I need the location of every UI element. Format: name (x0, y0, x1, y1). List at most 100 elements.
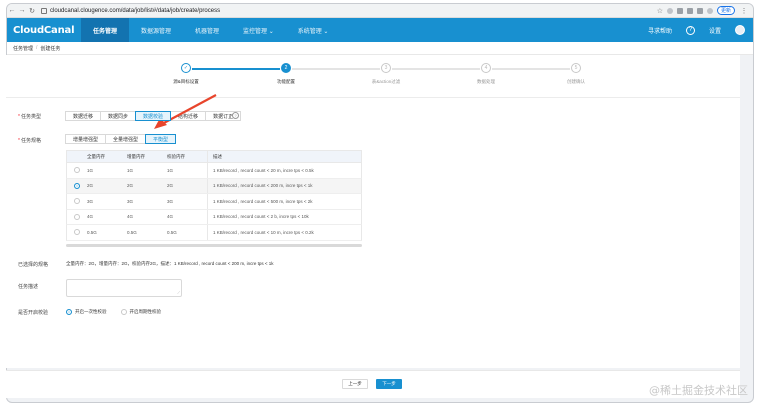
table-row[interactable]: 3G 3G 3G 1 KB/record , record count < 500 m… (66, 194, 362, 210)
step: 3 表&action过滤 (356, 63, 416, 85)
cell-incr-memory: 1G (127, 167, 134, 173)
desc-label: 任务描述 (18, 284, 39, 290)
column-header: 全量内存 (87, 153, 105, 159)
extension-icon[interactable] (686, 7, 693, 14)
radio-label[interactable]: 开启一次性校验 (75, 309, 107, 315)
avatar[interactable] (735, 25, 745, 35)
spec-tab[interactable]: 增量增强型 (65, 134, 107, 144)
cell-description: 1 KB/record , record count < 500 m, incr… (213, 198, 313, 204)
nav-item[interactable]: 系统管理 ⌄ (286, 18, 341, 42)
settings-link[interactable]: 设置 (709, 26, 721, 35)
forward-icon[interactable]: → (17, 7, 27, 14)
step: 5 创建确认 (546, 63, 606, 85)
nav-item[interactable]: 任务管理 (81, 18, 130, 42)
radio-label[interactable]: 开启周期性校验 (130, 309, 162, 315)
extension-icon[interactable] (676, 7, 683, 14)
bookmark-star-icon[interactable]: ☆ (657, 7, 663, 15)
step-label: 创建确认 (567, 79, 585, 84)
step: 2 功能配置 (256, 63, 316, 85)
row-radio[interactable] (74, 198, 80, 205)
watermark: @稀土掘金技术社区 (649, 384, 748, 397)
task-type-option[interactable]: 数据同步 (100, 111, 137, 121)
cell-incr-memory: 0.5G (127, 229, 137, 235)
divider (6, 97, 740, 98)
breadcrumb-item[interactable]: 任务管理 (13, 45, 33, 52)
selected-spec-value: 全量内存：2G，增量内存：2G，校验内存2G，描述：1 KB/record , … (66, 261, 274, 266)
step-number: 2 (281, 63, 291, 73)
breadcrumb-separator: / (36, 45, 38, 51)
cell-incr-memory: 3G (127, 198, 134, 204)
radio-once[interactable] (66, 309, 72, 315)
help-link[interactable]: 寻求帮助 (648, 26, 672, 35)
spec-table: 全量内存 增量内存 校验内存 描述 1G 1G 1G 1 KB/record , re… (66, 150, 362, 247)
step-label: 功能配置 (277, 79, 295, 84)
table-row[interactable]: 1G 1G 1G 1 KB/record , record count < 20 m,… (66, 163, 362, 179)
profile-icon[interactable] (706, 7, 713, 14)
cell-description: 1 KB/record , record count < 2 b, incre … (213, 214, 309, 220)
step-label: 数据处理 (477, 79, 495, 84)
step-indicator: ✓ 源&目标设置 2 功能配置 3 表&action过滤 4 数据处理 5 创建确认 (156, 63, 606, 93)
horizontal-scrollbar[interactable] (66, 243, 362, 247)
top-nav: 任务管理 数据源管理 机器管理 监控管理 ⌄ 系统管理 ⌄ (81, 18, 340, 42)
question-icon[interactable]: ? (685, 25, 695, 35)
reload-icon[interactable]: ↻ (27, 7, 37, 15)
previous-button[interactable]: 上一步 (342, 379, 368, 389)
spec-label: *任务规格 (18, 138, 41, 144)
spec-tab[interactable]: 平衡型 (145, 134, 177, 144)
radio-periodic[interactable] (120, 309, 127, 315)
address-bar[interactable]: cloudcanal.clougence.com/data/job/list#/… (41, 6, 641, 16)
task-type-option[interactable]: 数据迁移 (65, 111, 102, 121)
cell-incr-memory: 4G (127, 214, 134, 220)
row-radio[interactable] (74, 167, 80, 174)
row-radio[interactable] (74, 182, 80, 189)
task-type-group: 数据迁移 数据同步 数据校验 结构迁移 数据订正 (65, 111, 242, 121)
update-button[interactable]: 更新 (716, 6, 735, 15)
extension-icon[interactable] (666, 7, 673, 14)
spec-tab[interactable]: 全量增强型 (105, 134, 147, 144)
menu-icon[interactable]: ⋮ (739, 7, 749, 15)
cell-full-memory: 3G (87, 198, 94, 204)
step-label: 表&action过滤 (371, 79, 401, 84)
column-header: 校验内存 (167, 153, 185, 159)
row-radio[interactable] (74, 229, 80, 236)
puzzle-icon[interactable] (696, 7, 703, 14)
check-radio-group: 开启一次性校验 开启周期性校验 (66, 309, 161, 315)
task-type-option[interactable]: 结构迁移 (170, 111, 207, 121)
table-row[interactable]: 4G 4G 4G 1 KB/record , record count < 2 b, … (66, 209, 362, 225)
column-header: 描述 (213, 153, 222, 159)
cell-incr-memory: 2G (127, 183, 134, 189)
cell-check-memory: 2G (167, 183, 174, 189)
url-text: cloudcanal.clougence.com/data/job/list#/… (50, 7, 221, 14)
app-logo: CloudCanal (13, 24, 75, 36)
help-circle-icon[interactable]: ? (232, 112, 239, 119)
main-card: ✓ 源&目标设置 2 功能配置 3 表&action过滤 4 数据处理 5 创建确认 *任务类型 … (6, 55, 740, 368)
cell-check-memory: 3G (167, 198, 174, 204)
app-header: CloudCanal 任务管理 数据源管理 机器管理 监控管理 ⌄ 系统管理 ⌄ 寻求帮… (7, 18, 753, 42)
cell-full-memory: 2G (87, 183, 94, 189)
resize-handle-icon[interactable]: ⟋ (177, 290, 180, 295)
cell-check-memory: 1G (167, 167, 174, 173)
spec-tab-group: 增量增强型 全量增强型 平衡型 (65, 134, 177, 144)
check-label: 是否开启校验 (18, 310, 49, 316)
row-radio[interactable] (74, 213, 80, 220)
nav-item[interactable]: 机器管理 (183, 18, 231, 42)
nav-item[interactable]: 数据源管理 (129, 18, 183, 42)
cell-full-memory: 4G (87, 214, 94, 220)
column-header: 增量内存 (127, 153, 145, 159)
next-button[interactable]: 下一步 (376, 379, 402, 389)
step: 4 数据处理 (456, 63, 516, 85)
task-type-option[interactable]: 数据校验 (135, 111, 172, 121)
step-number: 3 (381, 63, 391, 73)
nav-item[interactable]: 监控管理 ⌄ (231, 18, 286, 42)
lock-icon (41, 7, 47, 14)
cell-check-memory: 0.5G (167, 229, 177, 235)
table-row[interactable]: 2G 2G 2G 1 KB/record , record count < 200 m… (66, 178, 362, 194)
back-icon[interactable]: ← (7, 7, 17, 14)
cell-full-memory: 1G (87, 167, 94, 173)
table-header: 全量内存 增量内存 校验内存 描述 (66, 150, 362, 163)
table-row[interactable]: 0.5G 0.5G 0.5G 1 KB/record , record count <… (66, 225, 362, 241)
breadcrumb: 任务管理 / 创建任务 (7, 42, 753, 55)
cell-check-memory: 4G (167, 214, 174, 220)
task-description-input[interactable]: ⟋ (66, 279, 182, 297)
cell-description: 1 KB/record , record count < 200 m, incr… (213, 183, 313, 189)
